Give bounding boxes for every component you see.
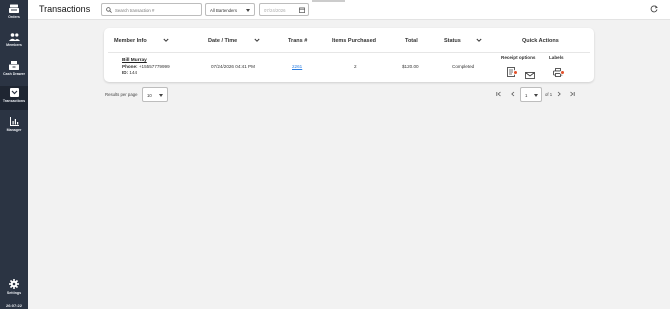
sidebar-item-members[interactable]: Members <box>0 33 28 55</box>
sidebar-item-orders[interactable]: Orders <box>0 4 28 26</box>
phone-label: Phone: <box>122 64 138 69</box>
print-receipt-button[interactable] <box>507 64 519 77</box>
page-select-value: 1 <box>525 93 528 98</box>
rows-per-page-select[interactable]: 10 <box>142 87 168 102</box>
sidebar-item-cash-drawer[interactable]: Cash Drawer <box>0 61 28 83</box>
rows-per-page-value: 10 <box>147 93 152 98</box>
search-icon <box>106 7 112 13</box>
page-title: Transactions <box>39 4 91 14</box>
prev-page-icon[interactable] <box>510 91 516 97</box>
column-header-quick-actions: Quick Actions <box>522 38 559 44</box>
column-header-status[interactable]: Status <box>444 38 461 44</box>
date-picker[interactable]: 07/24/2026 <box>259 3 309 16</box>
column-header-trans-number[interactable]: Trans # <box>288 38 307 44</box>
transactions-icon <box>9 88 19 97</box>
bartender-select[interactable]: All Bartenders <box>205 3 255 16</box>
divider <box>108 52 590 53</box>
rows-per-page-label: Results per page <box>105 92 138 97</box>
column-header-total[interactable]: Total <box>405 38 418 44</box>
member-phone: Phone: +15557779999 <box>122 64 170 69</box>
id-label: ID: <box>122 70 129 75</box>
refresh-icon[interactable] <box>650 5 658 13</box>
top-bar: Transactions All Bartenders 07/24/2026 <box>28 0 670 20</box>
bartender-select-value: All Bartenders <box>210 8 237 13</box>
badge-dot <box>560 70 565 75</box>
register-icon <box>9 4 19 13</box>
sidebar-item-label: Settings <box>6 291 22 295</box>
sidebar-item-label: Transactions <box>2 99 26 103</box>
last-page-icon[interactable] <box>569 91 575 97</box>
column-header-date-time[interactable]: Date / Time <box>208 38 237 44</box>
items-purchased-value: 2 <box>354 64 357 69</box>
next-page-icon[interactable] <box>556 91 562 97</box>
chevron-down-icon[interactable] <box>254 37 260 43</box>
badge-dot <box>513 70 518 75</box>
transaction-datetime: 07/24/2026 04:41 PM <box>211 64 255 69</box>
total-value: $120.00 <box>402 64 419 69</box>
clock: 26:07:22 <box>5 303 22 308</box>
first-page-icon[interactable] <box>496 91 502 97</box>
cash-drawer-icon <box>9 61 19 70</box>
id-value: 144 <box>129 70 138 75</box>
sidebar-item-label: Members <box>6 43 22 47</box>
mail-icon <box>525 72 535 79</box>
sidebar-item-manager[interactable]: Manager <box>0 117 28 139</box>
sidebar-item-label: Orders <box>8 15 20 19</box>
member-id: ID: 144 <box>122 70 137 75</box>
labels-label: Labels <box>549 55 564 60</box>
search-input[interactable] <box>115 5 199 15</box>
chevron-down-icon[interactable] <box>476 37 482 43</box>
caret-down-icon <box>246 9 250 12</box>
calendar-icon[interactable] <box>299 7 305 13</box>
status-value: Completed <box>452 64 475 69</box>
chevron-down-icon[interactable] <box>163 37 169 43</box>
sidebar-item-settings[interactable]: Settings <box>0 279 28 301</box>
caret-down-icon <box>159 94 163 97</box>
sidebar: Orders Members Cash Drawer Transactions … <box>0 0 28 309</box>
column-header-member-info[interactable]: Member Info <box>114 38 147 44</box>
member-name-link[interactable]: Bill Murray <box>122 58 147 63</box>
page-select[interactable]: 1 <box>520 87 542 102</box>
window-tab-strip <box>312 0 345 2</box>
sidebar-item-label: Manager <box>6 128 22 132</box>
manager-chart-icon <box>9 117 19 126</box>
transactions-table: Member Info Date / Time Trans # Items Pu… <box>104 28 594 82</box>
phone-value: +15557779999 <box>138 64 170 69</box>
date-value: 07/24/2026 <box>264 8 286 13</box>
caret-down-icon <box>534 94 538 97</box>
receipt-options-label: Receipt options <box>501 55 536 60</box>
search-box[interactable] <box>101 3 202 16</box>
transaction-number-link[interactable]: 2261 <box>292 64 302 69</box>
page-count-label: of 1 <box>545 92 553 97</box>
print-labels-button[interactable] <box>553 64 565 77</box>
gear-icon <box>9 279 19 289</box>
sidebar-item-label: Cash Drawer <box>3 72 25 76</box>
sidebar-item-transactions[interactable]: Transactions <box>0 86 28 110</box>
members-icon <box>8 33 20 41</box>
email-receipt-button[interactable] <box>525 66 535 84</box>
column-header-items-purchased[interactable]: Items Purchased <box>332 38 376 44</box>
